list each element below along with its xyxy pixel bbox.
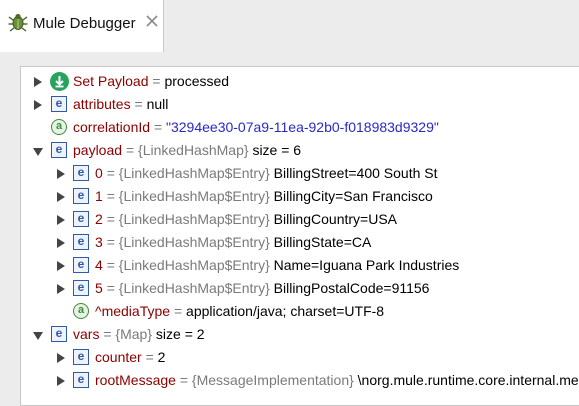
row-value: processed [164,73,230,89]
entry-e-icon: e [73,257,89,273]
row-value: BillingPostalCode=91156 [273,280,430,296]
tree-row-counter[interactable]: e counter = 2 [21,346,579,369]
row-value: BillingState=CA [273,234,372,250]
row-equals: = [106,234,115,250]
tab-title: Mule Debugger [33,15,136,32]
expand-toggle[interactable] [57,215,65,225]
tree-row-payload-0[interactable]: e 0 = {LinkedHashMap$Entry} BillingStree… [21,162,579,185]
tree-row-root-message[interactable]: e rootMessage = {MessageImplementation} … [21,369,579,392]
row-equals: = [125,142,135,158]
entry-e-icon: e [73,372,89,388]
expand-toggle[interactable] [57,169,65,179]
variables-tree: Set Payload = processed e attributes = n… [20,66,579,406]
expand-toggle[interactable] [57,261,65,271]
tree-row-media-type[interactable]: a ^mediaType = application/java; charset… [21,300,579,323]
row-name: rootMessage [95,372,176,388]
row-value: \norg.mule.runtime.core.internal.message… [357,372,579,388]
row-value: application/java; charset=UTF-8 [186,303,385,319]
attribute-a-icon: a [73,303,89,319]
row-name: Set Payload [73,73,149,89]
entry-e-icon: e [73,211,89,227]
row-name: 5 [95,280,103,296]
attribute-a-icon: a [51,119,67,135]
entry-e-icon: e [73,280,89,296]
tree-row-payload-4[interactable]: e 4 = {LinkedHashMap$Entry} Name=Iguana … [21,254,579,277]
tab-mule-debugger[interactable]: Mule Debugger [0,0,164,52]
row-type: {LinkedHashMap$Entry} [118,211,270,227]
tree-row-payload-1[interactable]: e 1 = {LinkedHashMap$Entry} BillingCity=… [21,185,579,208]
row-name: attributes [73,96,131,112]
tree-row-payload-3[interactable]: e 3 = {LinkedHashMap$Entry} BillingState… [21,231,579,254]
collapse-toggle[interactable] [33,148,43,156]
row-value: "3294ee30-07a9-11ea-92b0-f018983d9329" [166,119,439,135]
row-value: size = 6 [252,142,302,158]
collapse-toggle[interactable] [33,332,43,340]
row-value: BillingCity=San Francisco [273,188,433,204]
row-equals: = [173,303,183,319]
expand-toggle[interactable] [57,284,65,294]
tree-row-set-payload[interactable]: Set Payload = processed [21,70,579,93]
entry-e-icon: e [73,234,89,250]
row-equals: = [106,188,115,204]
tree-row-payload-5[interactable]: e 5 = {LinkedHashMap$Entry} BillingPosta… [21,277,579,300]
expand-toggle[interactable] [57,238,65,248]
row-name: payload [73,142,123,158]
expand-toggle[interactable] [57,353,65,363]
row-equals: = [134,96,143,112]
entry-e-icon: e [51,142,67,158]
download-circle-icon [50,72,69,91]
row-type: {Map} [115,326,153,342]
row-equals: = [106,165,115,181]
row-type: {LinkedHashMap$Entry} [118,257,270,273]
row-value: size = 2 [155,326,205,342]
row-equals: = [179,372,189,388]
row-value: BillingStreet=400 South St [273,165,438,181]
tree-row-correlation-id[interactable]: a correlationId = "3294ee30-07a9-11ea-92… [21,116,579,139]
row-name: counter [95,349,142,365]
entry-e-icon: e [51,326,67,342]
tree-row-vars[interactable]: e vars = {Map} size = 2 [21,323,579,346]
row-type: {LinkedHashMap} [138,142,249,158]
bug-icon [7,11,29,33]
row-type: {MessageImplementation} [191,372,354,388]
row-name: 4 [95,257,103,273]
row-value: Name=Iguana Park Industries [273,257,460,273]
row-type: {LinkedHashMap$Entry} [118,280,270,296]
row-equals: = [106,211,115,227]
row-equals: = [106,257,115,273]
row-type: {LinkedHashMap$Entry} [118,165,270,181]
close-icon[interactable] [144,13,160,29]
entry-e-icon: e [51,96,67,112]
row-name: ^mediaType [95,303,171,319]
row-equals: = [145,349,154,365]
row-equals: = [152,73,161,89]
tree-row-payload[interactable]: e payload = {LinkedHashMap} size = 6 [21,139,579,162]
row-type: {LinkedHashMap$Entry} [118,188,270,204]
row-value: null [146,96,169,112]
row-value: 2 [157,349,166,365]
row-name: 2 [95,211,103,227]
expand-toggle[interactable] [34,77,42,87]
row-type: {LinkedHashMap$Entry} [118,234,270,250]
entry-e-icon: e [73,349,89,365]
row-name: 1 [95,188,103,204]
tree-row-attributes[interactable]: e attributes = null [21,93,579,116]
editor-tab-bar: Mule Debugger [0,0,579,52]
expand-toggle[interactable] [34,100,42,110]
expand-toggle[interactable] [57,376,65,386]
row-name: vars [73,326,100,342]
tree-row-payload-2[interactable]: e 2 = {LinkedHashMap$Entry} BillingCount… [21,208,579,231]
row-value: BillingCountry=USA [273,211,397,227]
row-equals: = [153,119,163,135]
row-name: 0 [95,165,103,181]
row-equals: = [106,280,115,296]
expand-toggle[interactable] [57,192,65,202]
row-name: correlationId [73,119,151,135]
entry-e-icon: e [73,188,89,204]
entry-e-icon: e [73,165,89,181]
row-equals: = [103,326,112,342]
row-name: 3 [95,234,103,250]
